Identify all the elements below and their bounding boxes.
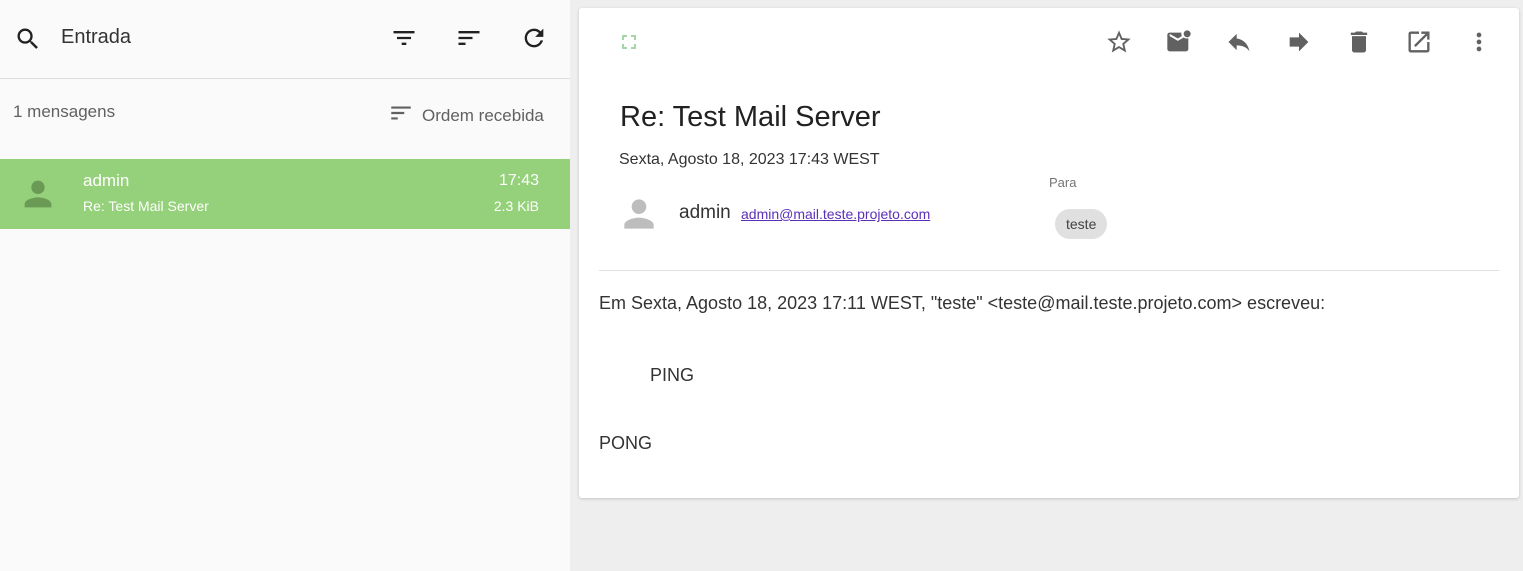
sort-icon[interactable]	[455, 24, 483, 52]
sender-email-link[interactable]: admin@mail.teste.projeto.com	[741, 206, 930, 222]
forward-icon[interactable]	[1285, 28, 1313, 56]
message-reader: Re: Test Mail Server Sexta, Agosto 18, 2…	[579, 8, 1519, 498]
mark-unread-icon[interactable]	[1165, 28, 1193, 56]
delete-icon[interactable]	[1345, 28, 1373, 56]
header-divider	[599, 270, 1499, 271]
message-subject: Re: Test Mail Server	[83, 198, 209, 214]
fullscreen-icon[interactable]	[617, 30, 641, 54]
more-vert-icon[interactable]	[1465, 28, 1493, 56]
message-sender: admin	[83, 171, 130, 190]
sender-name: admin	[679, 202, 731, 223]
reply-icon[interactable]	[1225, 28, 1253, 56]
message-list-panel: Entrada 1 mensagens Ordem recebida admin…	[0, 0, 570, 571]
recipients-label: Para	[1049, 175, 1077, 190]
message-list-item[interactable]	[0, 159, 570, 229]
person-icon	[18, 174, 58, 214]
open-external-icon[interactable]	[1405, 28, 1433, 56]
star-icon[interactable]	[1105, 28, 1133, 56]
message-date: Sexta, Agosto 18, 2023 17:43 WEST	[619, 151, 880, 168]
sender-avatar-icon	[617, 192, 661, 236]
sort-order-icon	[388, 100, 414, 131]
message-title: Re: Test Mail Server	[620, 101, 881, 133]
refresh-icon[interactable]	[520, 24, 548, 52]
reply-text: PONG	[599, 433, 653, 453]
quoted-text: PING	[650, 365, 695, 385]
message-size: 2.3 KiB	[493, 198, 539, 214]
folder-title: Entrada	[61, 26, 132, 48]
filter-icon[interactable]	[390, 24, 418, 52]
message-time: 17:43	[498, 172, 539, 189]
search-bar: Entrada	[0, 0, 570, 79]
quote-header: Em Sexta, Agosto 18, 2023 17:11 WEST, "t…	[599, 293, 1326, 313]
sort-order-label: Ordem recebida	[422, 105, 544, 125]
recipient-chip[interactable]: teste	[1055, 209, 1108, 239]
sort-order-button[interactable]: Ordem recebida	[388, 100, 544, 131]
search-icon[interactable]	[14, 25, 42, 53]
message-count: 1 mensagens	[13, 102, 116, 121]
